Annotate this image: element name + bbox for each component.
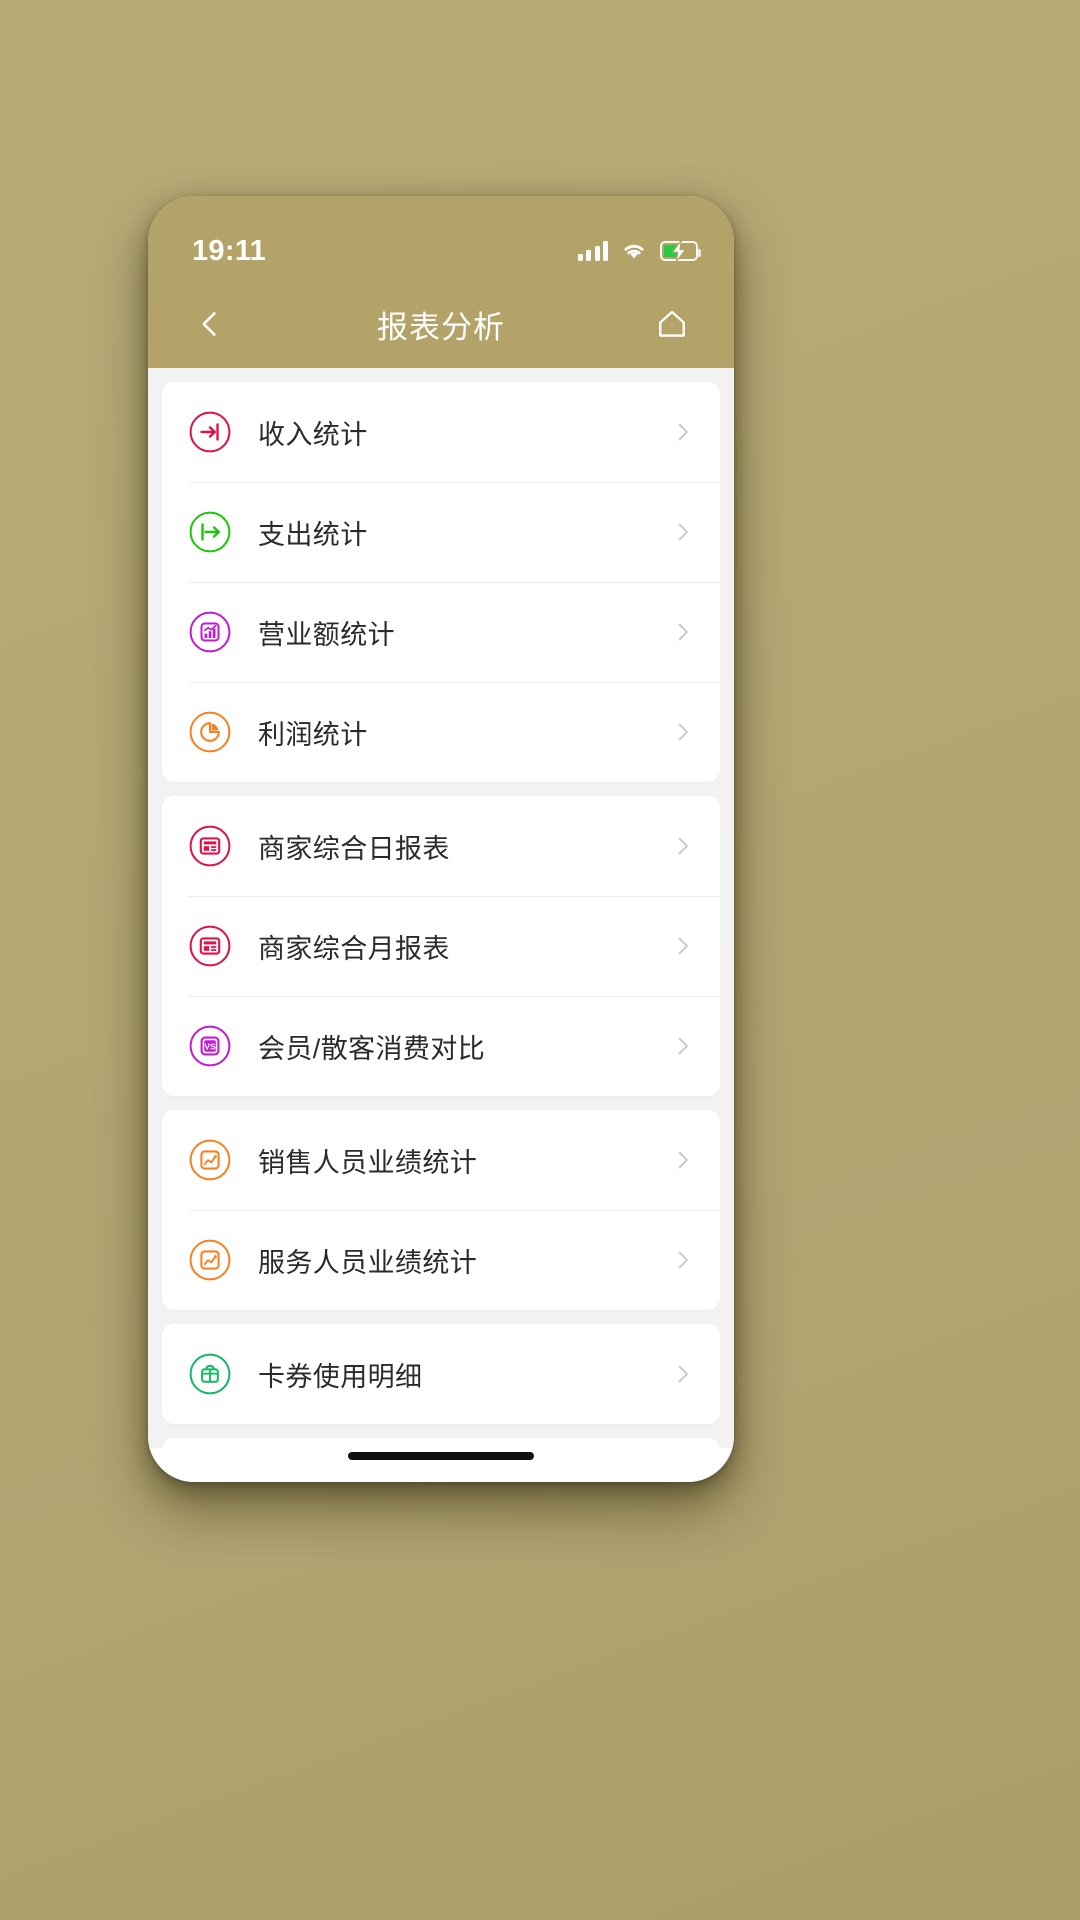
report-list-item[interactable]: VS 会员/散客消费对比: [162, 996, 720, 1096]
chevron-right-icon: [672, 721, 694, 743]
report-list[interactable]: 收入统计 支出统计 营业额统计 利润统计 商家综合日报表 商家综合月报表 VS …: [148, 368, 734, 1448]
report-list-item-label: 商家综合日报表: [258, 833, 450, 864]
versus-compare-icon: VS: [188, 1024, 232, 1068]
status-icon-group: [577, 240, 701, 262]
report-list-item[interactable]: 销售人员业绩统计: [162, 1110, 720, 1210]
chevron-right-icon: [672, 421, 694, 443]
chevron-right-icon: [672, 521, 694, 543]
report-list-item[interactable]: 支出统计: [162, 482, 720, 582]
service-performance-icon: [188, 1238, 232, 1282]
sales-performance-icon: [188, 1138, 232, 1182]
report-list-item[interactable]: 收入统计: [162, 382, 720, 482]
income-arrow-in-icon: [188, 410, 232, 454]
report-list-item-label: 支出统计: [258, 519, 368, 550]
bar-chart-trend-icon: [188, 610, 232, 654]
chevron-right-icon: [672, 835, 694, 857]
phone-screen: 19:11 报表分析 收入统计 支出统计 营业额统计 利润统计 商家综合日报表 …: [148, 196, 734, 1482]
chevron-left-icon: [202, 312, 216, 336]
svg-text:VS: VS: [204, 1042, 216, 1052]
report-list-item-label: 收入统计: [258, 419, 368, 450]
report-card-group: 商家综合日报表 商家综合月报表 VS 会员/散客消费对比: [162, 796, 720, 1096]
cellular-signal-icon: [577, 241, 608, 261]
home-indicator[interactable]: [348, 1452, 534, 1460]
back-button[interactable]: [182, 296, 238, 352]
report-list-item-label: 利润统计: [258, 719, 368, 750]
report-list-item[interactable]: 营业额统计: [162, 582, 720, 682]
report-list-item[interactable]: 商家综合月报表: [162, 896, 720, 996]
report-list-item-label: 销售人员业绩统计: [258, 1147, 478, 1178]
report-list-item-label: 卡券使用明细: [258, 1361, 423, 1392]
battery-charging-icon: [660, 240, 701, 262]
report-list-item-label: 商家综合月报表: [258, 933, 450, 964]
report-card-group: 积分兑换明细: [162, 1438, 720, 1448]
report-list-item-label: 服务人员业绩统计: [258, 1247, 478, 1278]
report-list-item[interactable]: 服务人员业绩统计: [162, 1210, 720, 1310]
home-icon: [659, 310, 685, 337]
report-list-item[interactable]: 积分兑换明细: [162, 1438, 720, 1448]
chevron-right-icon: [672, 1363, 694, 1385]
report-card-group: 销售人员业绩统计 服务人员业绩统计: [162, 1110, 720, 1310]
expense-arrow-out-icon: [188, 510, 232, 554]
chevron-right-icon: [672, 621, 694, 643]
report-list-item-label: 营业额统计: [258, 619, 395, 650]
report-card-group: 卡券使用明细: [162, 1324, 720, 1424]
status-clock: 19:11: [192, 234, 267, 267]
monthly-report-icon: [188, 924, 232, 968]
status-bar: 19:11: [148, 196, 734, 280]
wifi-icon: [621, 241, 647, 261]
daily-report-icon: [188, 824, 232, 868]
report-list-item[interactable]: 商家综合日报表: [162, 796, 720, 896]
chevron-right-icon: [672, 1149, 694, 1171]
home-indicator-area: [148, 1448, 734, 1482]
report-list-item[interactable]: 利润统计: [162, 682, 720, 782]
chevron-right-icon: [672, 935, 694, 957]
chevron-right-icon: [672, 1249, 694, 1271]
coupon-usage-icon: [188, 1352, 232, 1396]
report-list-item-label: 会员/散客消费对比: [258, 1033, 486, 1064]
report-list-item[interactable]: 卡券使用明细: [162, 1324, 720, 1424]
navigation-bar: 报表分析: [148, 280, 734, 368]
home-button[interactable]: [644, 296, 700, 352]
report-card-group: 收入统计 支出统计 营业额统计 利润统计: [162, 382, 720, 782]
pie-chart-icon: [188, 710, 232, 754]
chevron-right-icon: [672, 1035, 694, 1057]
